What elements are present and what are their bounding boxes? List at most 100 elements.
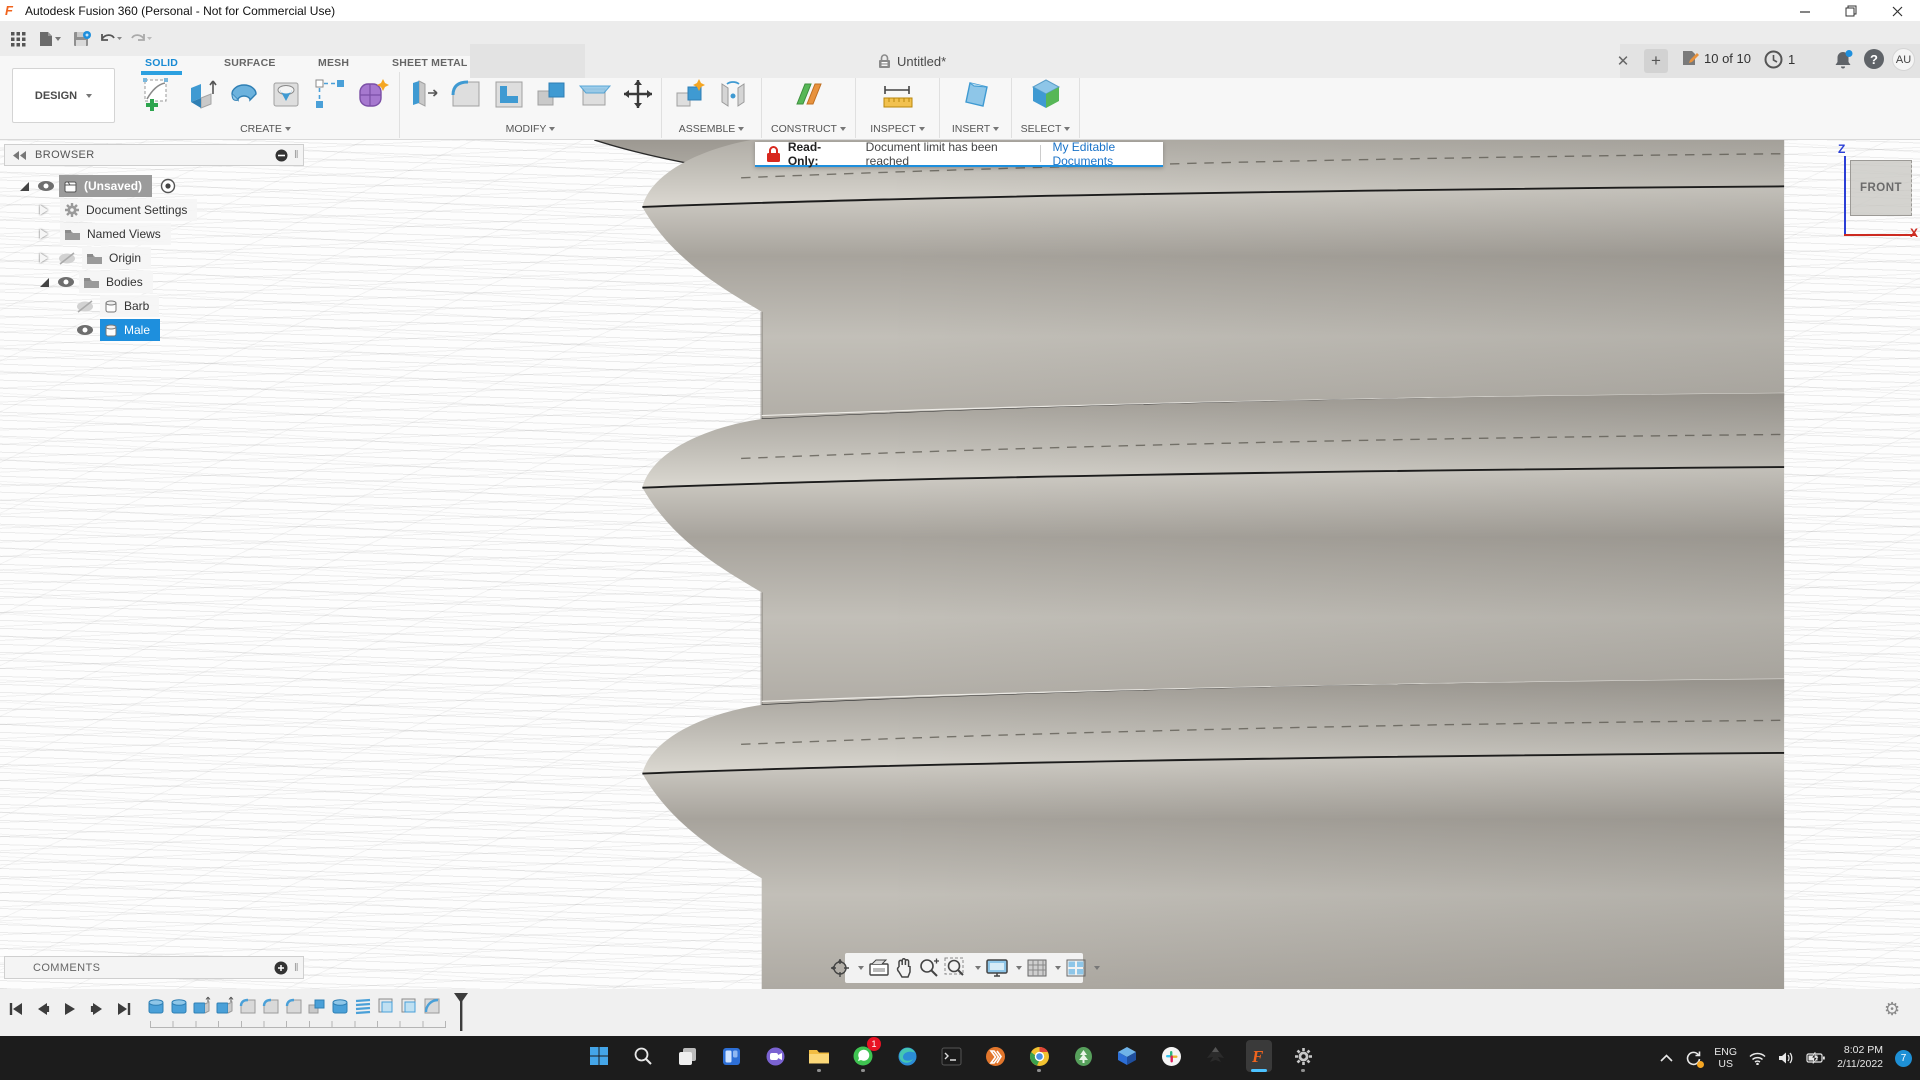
tree-row-bodies[interactable]: Bodies <box>4 270 304 294</box>
slack-icon[interactable] <box>1158 1040 1184 1072</box>
green-app-icon[interactable] <box>1070 1040 1096 1072</box>
select-icon[interactable] <box>1027 74 1065 114</box>
timeline-position-marker[interactable] <box>452 993 470 1031</box>
terminal-icon[interactable] <box>938 1040 964 1072</box>
measure-icon[interactable] <box>879 74 917 114</box>
new-tab-button[interactable]: + <box>1644 49 1668 73</box>
create-sketch-icon[interactable] <box>139 74 177 114</box>
notifications-button[interactable] <box>1832 49 1854 71</box>
create-form-icon[interactable] <box>354 74 392 114</box>
fillet-icon[interactable] <box>447 74 485 114</box>
grid-settings-icon[interactable] <box>1026 958 1048 978</box>
search-icon[interactable] <box>630 1040 656 1072</box>
comments-panel[interactable]: COMMENTS ‖ <box>4 956 304 979</box>
close-button[interactable] <box>1874 0 1920 22</box>
update-sync-icon[interactable] <box>1685 1050 1702 1067</box>
go-to-start-icon[interactable] <box>6 997 26 1021</box>
extrude-icon[interactable] <box>182 74 220 114</box>
look-at-icon[interactable] <box>868 958 890 978</box>
feature-revolve-icon[interactable] <box>422 995 442 1017</box>
add-comment-icon[interactable] <box>274 961 288 975</box>
feature-fillet-icon[interactable] <box>238 995 258 1017</box>
pattern-icon[interactable] <box>311 74 349 114</box>
app-menu-icon[interactable] <box>6 28 30 50</box>
inkscape-icon[interactable] <box>1202 1040 1228 1072</box>
feature-fillet-icon[interactable] <box>284 995 304 1017</box>
my-editable-documents-link[interactable]: My Editable Documents <box>1052 140 1163 168</box>
feature-extrude-icon[interactable] <box>192 995 212 1017</box>
edge-icon[interactable] <box>894 1040 920 1072</box>
user-avatar[interactable]: AU <box>1892 48 1915 71</box>
help-button[interactable]: ? <box>1864 49 1884 69</box>
feature-pattern-icon[interactable] <box>399 995 419 1017</box>
view-cube[interactable]: FRONT Z X <box>1822 148 1918 248</box>
joint-icon[interactable] <box>714 74 752 114</box>
expanded-triangle-icon[interactable] <box>40 278 49 287</box>
close-tab-icon[interactable]: ✕ <box>1612 50 1634 72</box>
whatsapp-icon[interactable]: 1 <box>850 1040 876 1072</box>
collapse-panel-icon[interactable] <box>13 151 27 160</box>
zoom-window-icon[interactable] <box>944 957 968 979</box>
save-icon[interactable] <box>70 28 94 50</box>
chevron-down-icon[interactable] <box>975 966 981 970</box>
orbit-icon[interactable] <box>829 957 851 979</box>
chevron-down-icon[interactable] <box>858 966 864 970</box>
feature-cylinder-icon[interactable] <box>330 995 350 1017</box>
notification-count-badge[interactable]: 7 <box>1895 1050 1912 1067</box>
eye-hidden-icon[interactable] <box>58 252 76 265</box>
tab-surface[interactable]: SURFACE <box>224 57 276 72</box>
tree-row-male[interactable]: Male <box>4 318 304 342</box>
chevron-down-icon[interactable] <box>1055 966 1061 970</box>
remove-panel-icon[interactable] <box>275 149 288 162</box>
press-pull-icon[interactable] <box>404 74 442 114</box>
eye-visible-icon[interactable] <box>57 276 75 288</box>
widgets-icon[interactable] <box>718 1040 744 1072</box>
feature-pattern-icon[interactable] <box>376 995 396 1017</box>
start-button[interactable] <box>586 1040 612 1072</box>
shell-icon[interactable] <box>490 74 528 114</box>
display-settings-icon[interactable] <box>985 958 1009 978</box>
language-indicator[interactable]: ENGUS <box>1714 1046 1737 1070</box>
tab-sheet-metal[interactable]: SHEET METAL <box>392 57 468 72</box>
tab-mesh[interactable]: MESH <box>318 57 349 72</box>
insert-derive-icon[interactable] <box>957 74 995 114</box>
tree-row-origin[interactable]: Origin <box>4 246 304 270</box>
play-icon[interactable] <box>60 997 80 1021</box>
collapsed-triangle-icon[interactable] <box>40 205 48 215</box>
clock-date[interactable]: 8:02 PM2/11/2022 <box>1837 1044 1883 1071</box>
new-component-icon[interactable] <box>671 74 709 114</box>
group-label-create[interactable]: CREATE <box>132 123 399 135</box>
tree-row-root[interactable]: (Unsaved) <box>4 174 304 198</box>
chevron-down-icon[interactable] <box>1016 966 1022 970</box>
eye-visible-icon[interactable] <box>76 324 94 336</box>
tree-row-document-settings[interactable]: Document Settings <box>4 198 304 222</box>
timeline-settings-gear-icon[interactable]: ⚙ <box>1884 999 1900 1020</box>
feature-cylinder-icon[interactable] <box>146 995 166 1017</box>
pan-icon[interactable] <box>894 957 914 979</box>
undo-icon[interactable] <box>98 28 122 50</box>
step-back-icon[interactable] <box>33 997 53 1021</box>
settings-gear-icon[interactable] <box>1290 1040 1316 1072</box>
document-limit-indicator[interactable]: 10 of 10 <box>1682 50 1751 66</box>
battery-icon[interactable] <box>1806 1052 1825 1064</box>
eye-hidden-icon[interactable] <box>76 300 94 313</box>
chevron-down-icon[interactable] <box>1094 966 1100 970</box>
feature-fillet-icon[interactable] <box>261 995 281 1017</box>
restore-button[interactable] <box>1828 0 1874 22</box>
move-copy-icon[interactable] <box>619 74 657 114</box>
group-label-modify[interactable]: MODIFY <box>400 123 661 135</box>
tab-solid[interactable]: SOLID <box>145 57 178 72</box>
view-cube-front-face[interactable]: FRONT <box>1850 160 1912 216</box>
tree-row-barb[interactable]: Barb <box>4 294 304 318</box>
file-menu-icon[interactable] <box>38 28 62 50</box>
group-label-select[interactable]: SELECT <box>1012 123 1079 135</box>
panel-resize-handle[interactable]: ‖ <box>294 149 299 161</box>
viewports-icon[interactable] <box>1065 958 1087 978</box>
task-view-icon[interactable] <box>674 1040 700 1072</box>
step-forward-icon[interactable] <box>87 997 107 1021</box>
wifi-icon[interactable] <box>1749 1052 1766 1065</box>
chrome-icon[interactable] <box>1026 1040 1052 1072</box>
revolve-icon[interactable] <box>225 74 263 114</box>
group-label-assemble[interactable]: ASSEMBLE <box>662 123 761 135</box>
browser-header[interactable]: BROWSER ‖ <box>4 144 304 166</box>
